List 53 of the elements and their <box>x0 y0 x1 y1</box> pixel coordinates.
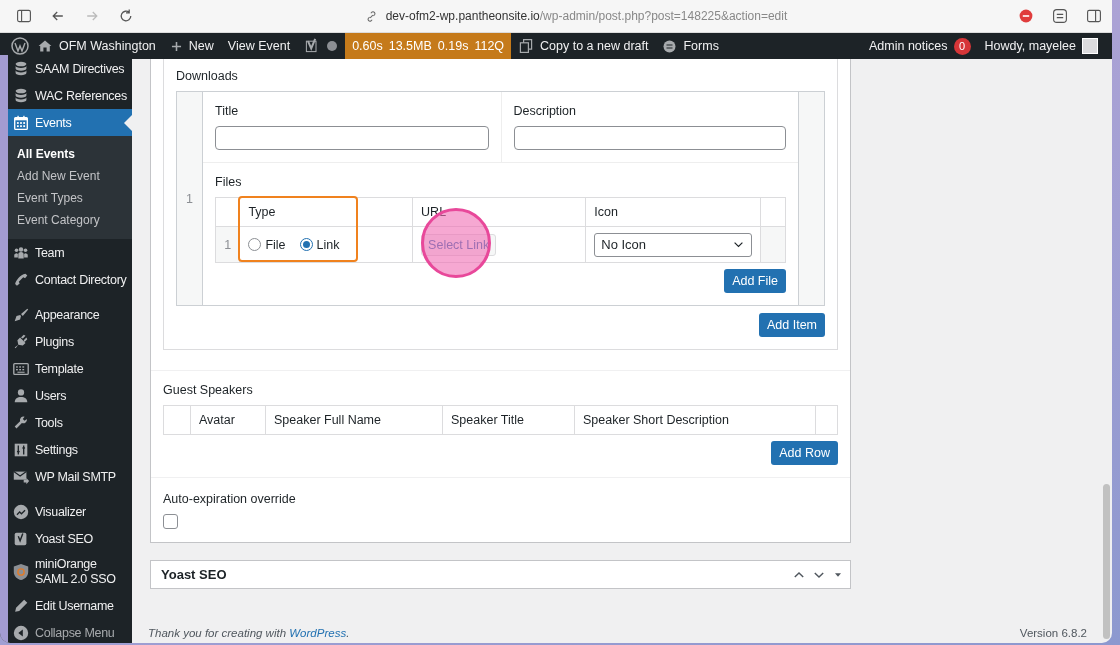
column-header: Avatar <box>190 405 266 435</box>
panel-title: Yoast SEO <box>161 567 228 582</box>
row-number: 1 <box>186 191 193 206</box>
account-link[interactable]: Howdy, mayelee <box>984 39 1076 53</box>
icon-select[interactable]: No Icon <box>594 232 753 257</box>
field-label: Title <box>215 104 239 118</box>
menu-item[interactable]: Visualizer <box>8 498 132 525</box>
field-label: Auto-expiration override <box>163 492 296 506</box>
menu-item[interactable]: miniOrange SAML 2.0 SSO <box>8 552 132 592</box>
field-label: Description <box>513 104 577 118</box>
column-header: Speaker Title <box>442 405 575 435</box>
menu-item[interactable]: Events <box>8 109 132 136</box>
column-header: Icon <box>585 197 761 227</box>
add-file-button[interactable]: Add File <box>724 269 786 293</box>
notice-count: 0 <box>953 37 971 55</box>
column-header: Speaker Full Name <box>265 405 443 435</box>
menu-item[interactable]: Yoast SEO <box>8 525 132 552</box>
menu-item[interactable]: Plugins <box>8 328 132 355</box>
radio-option[interactable]: File <box>248 237 286 252</box>
submenu-item[interactable]: Event Category <box>8 209 132 231</box>
submenu-item[interactable]: Event Types <box>8 187 132 209</box>
menu-item[interactable]: Contact Directory <box>8 266 132 293</box>
menu-item[interactable]: WP Mail SMTP <box>8 463 132 490</box>
admin-notices-link[interactable]: Admin notices <box>869 39 948 53</box>
forms-link[interactable]: Forms <box>683 39 719 53</box>
submenu-item[interactable]: All Events <box>8 143 132 165</box>
copy-draft-link[interactable]: Copy to a new draft <box>540 39 649 53</box>
site-name-link[interactable]: OFM Washington <box>59 39 156 53</box>
field-label: Files <box>215 175 242 189</box>
add-row-button[interactable]: Add Row <box>771 441 838 465</box>
view-event-link[interactable]: View Event <box>227 39 291 53</box>
footer-text: Thank you for creating with WordPress. <box>148 627 350 639</box>
submenu-item[interactable]: Add New Event <box>8 165 132 187</box>
menu-item[interactable]: Template <box>8 355 132 382</box>
field-label: Downloads <box>176 69 238 83</box>
address-bar[interactable]: dev-ofm2-wp.pantheonsite.io/wp-admin/post.php?post=148225&action=edit <box>385 9 788 23</box>
version-text: Version 6.8.2 <box>1019 627 1087 639</box>
menu-item[interactable]: Settings <box>8 436 132 463</box>
menu-item[interactable]: Appearance <box>8 301 132 328</box>
menu-item[interactable]: Users <box>8 382 132 409</box>
column-header: Speaker Short Description <box>574 405 816 435</box>
radio-option[interactable]: Link <box>299 237 340 252</box>
menu-item[interactable]: WAC References <box>8 82 132 109</box>
add-item-button[interactable]: Add Item <box>758 313 825 337</box>
row-number: 1 <box>215 226 240 263</box>
column-header: Type <box>239 197 413 227</box>
menu-item[interactable]: Edit Username <box>8 592 132 619</box>
collapse-menu-button[interactable]: Collapse Menu <box>8 619 132 643</box>
field-label: Guest Speakers <box>163 383 253 397</box>
new-link[interactable]: New <box>188 39 214 53</box>
menu-item[interactable]: Tools <box>8 409 132 436</box>
menu-item[interactable]: Team <box>8 239 132 266</box>
menu-item[interactable]: SAAM Directives <box>8 55 132 82</box>
